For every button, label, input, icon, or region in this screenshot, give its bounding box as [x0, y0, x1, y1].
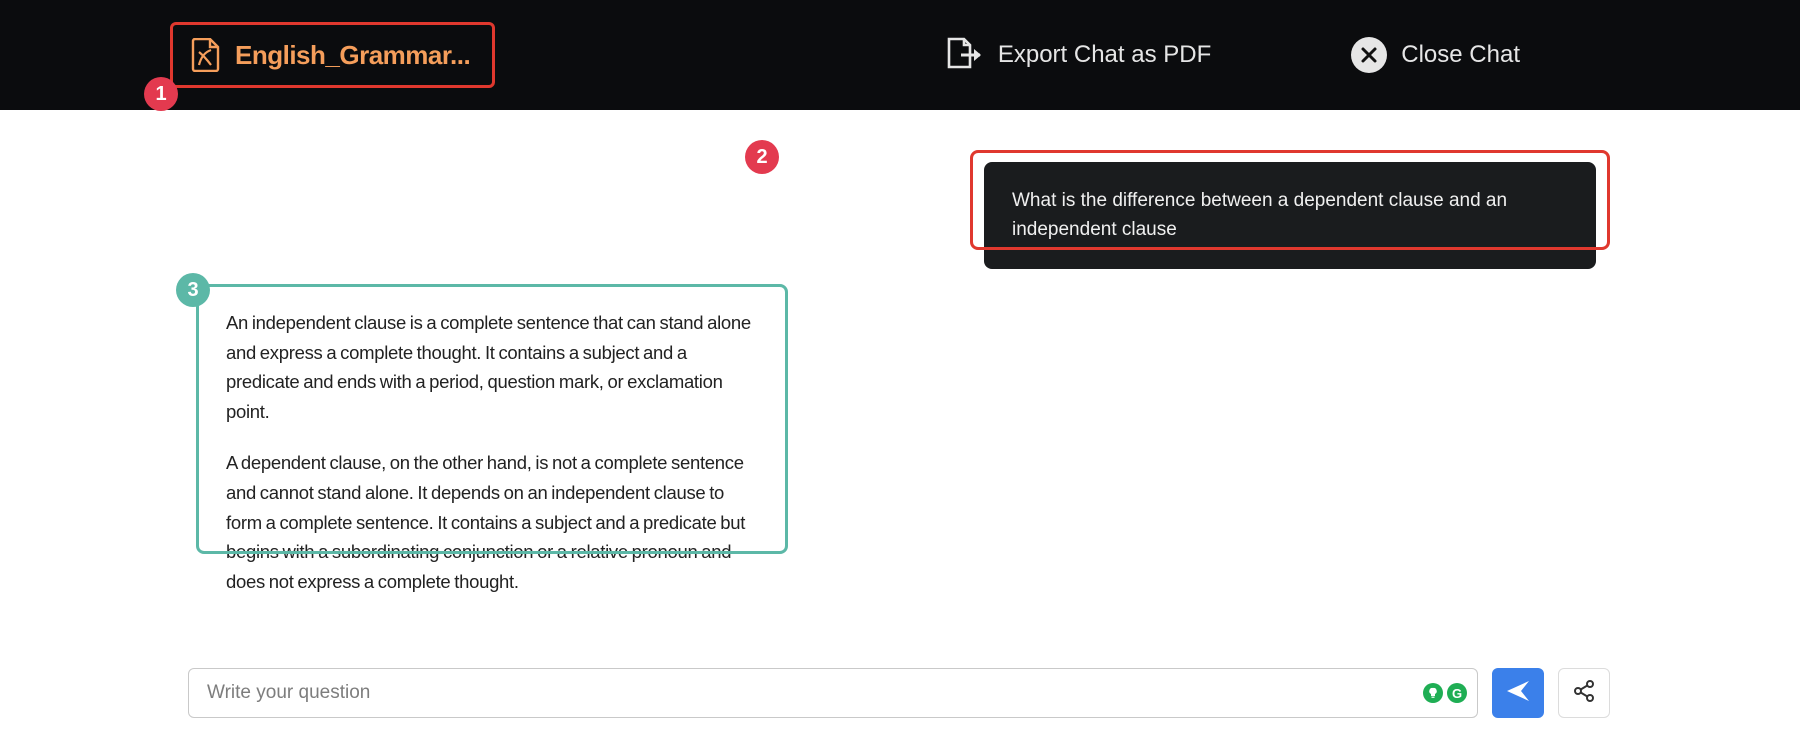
share-button[interactable]	[1558, 668, 1610, 718]
user-message-text: What is the difference between a depende…	[1012, 190, 1507, 240]
lightbulb-icon	[1423, 683, 1443, 703]
share-icon	[1572, 679, 1596, 708]
assistant-paragraph-2: A dependent clause, on the other hand, i…	[226, 448, 758, 596]
close-chat-label: Close Chat	[1401, 41, 1520, 69]
pdf-file-icon	[191, 38, 221, 72]
annotation-badge-3: 3	[176, 273, 210, 307]
close-chat-button[interactable]: Close Chat	[1351, 37, 1520, 73]
user-message-bubble: What is the difference between a depende…	[984, 162, 1596, 269]
annotation-badge-1: 1	[144, 77, 178, 111]
message-input[interactable]	[205, 669, 1407, 717]
file-chip[interactable]: English_Grammar...	[170, 22, 495, 88]
assistant-paragraph-1: An independent clause is a complete sent…	[226, 308, 758, 426]
grammarly-icon: G	[1447, 683, 1467, 703]
composer-row: G	[188, 668, 1610, 718]
message-input-wrapper: G	[188, 668, 1478, 718]
export-pdf-label: Export Chat as PDF	[998, 41, 1211, 69]
annotation-badge-2: 2	[745, 140, 779, 174]
export-icon	[944, 37, 984, 73]
grammarly-widget[interactable]: G	[1423, 683, 1467, 703]
export-pdf-button[interactable]: Export Chat as PDF	[944, 37, 1211, 73]
file-chip-label: English_Grammar...	[235, 40, 470, 71]
send-icon	[1505, 678, 1531, 709]
assistant-message-bubble: An independent clause is a complete sent…	[204, 290, 780, 618]
close-icon	[1351, 37, 1387, 73]
chat-area: What is the difference between a depende…	[0, 110, 1800, 744]
app-header: English_Grammar... 1 Export Chat as PDF …	[0, 0, 1800, 110]
header-actions: Export Chat as PDF Close Chat	[944, 37, 1800, 73]
send-button[interactable]	[1492, 668, 1544, 718]
